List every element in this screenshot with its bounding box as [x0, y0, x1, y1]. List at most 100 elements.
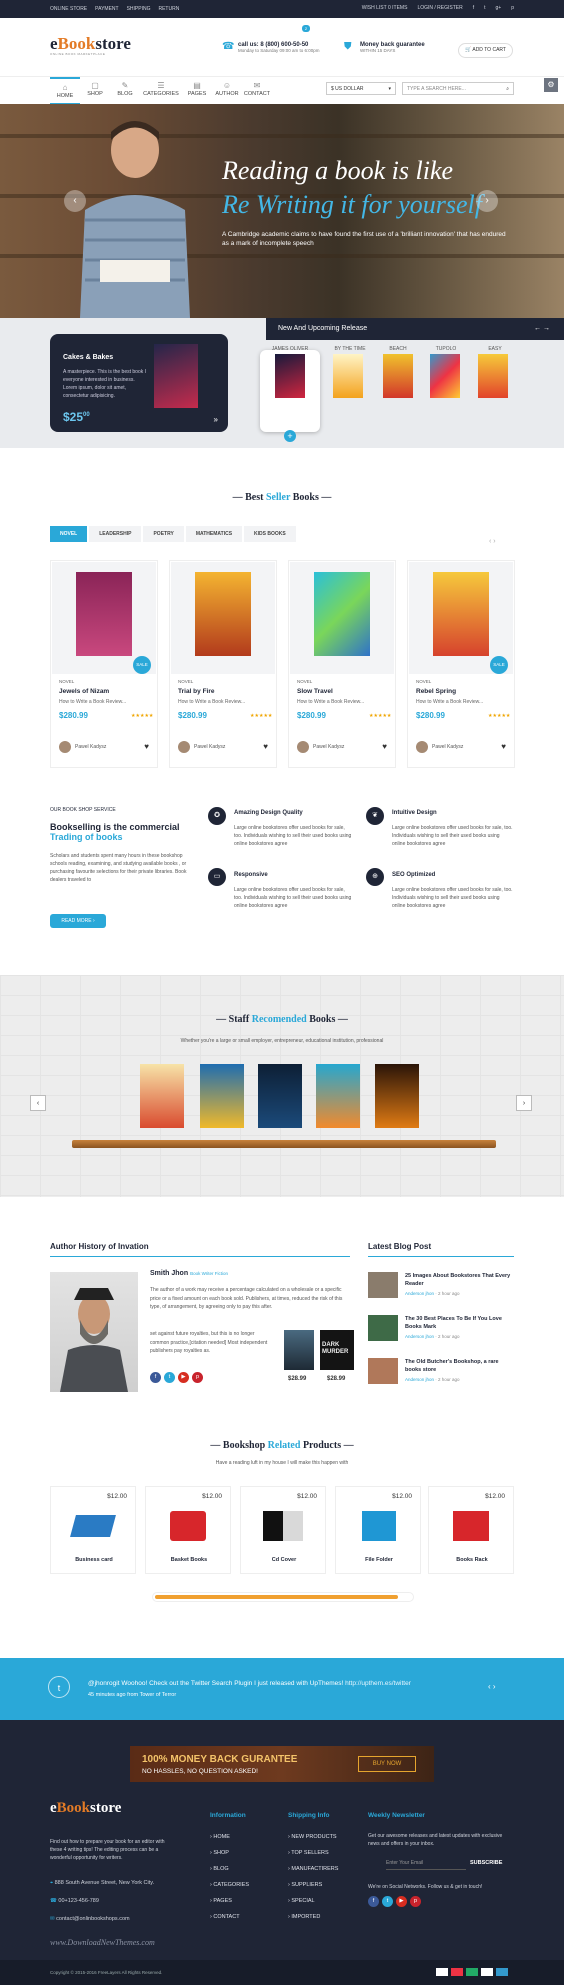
footer-link[interactable]: › IMPORTED — [288, 1914, 338, 1920]
facebook-icon[interactable]: f — [368, 1896, 379, 1907]
wishlist-link[interactable]: WISH LIST 0 ITEMS — [362, 5, 408, 11]
related-product[interactable]: $12.00 Books Rack — [428, 1486, 514, 1574]
blog-post-title[interactable]: The Old Butcher's Bookshop, a rare books… — [405, 1358, 515, 1374]
plus-icon[interactable]: + — [284, 430, 296, 442]
top-link[interactable]: PAYMENT — [95, 6, 118, 12]
shelf-book[interactable] — [258, 1064, 302, 1128]
footer-link[interactable]: › TOP SELLERS — [288, 1850, 338, 1856]
hero-next-arrow[interactable]: › — [476, 190, 498, 212]
arrows-icon[interactable]: ← → — [534, 325, 550, 332]
currency-select[interactable]: $ US DOLLAR ▾ — [326, 82, 396, 95]
login-link[interactable]: LOGIN / REGISTER — [417, 5, 462, 11]
hero-prev-arrow[interactable]: ‹ — [64, 190, 86, 212]
youtube-icon[interactable]: ▶ — [178, 1372, 189, 1383]
release-book-cover[interactable] — [333, 354, 363, 398]
heart-icon[interactable]: ♥ — [501, 742, 506, 751]
related-product[interactable]: $12.00 Business card — [50, 1486, 136, 1574]
logo[interactable]: eBookstore ONLINE BOOK MARKETPLACE — [50, 34, 131, 56]
buy-now-button[interactable]: BUY NOW — [358, 1756, 416, 1772]
search-input[interactable]: TYPE A SEARCH HERE... ⌕ — [402, 82, 514, 95]
tab-kids-books[interactable]: KIDS BOOKS — [244, 526, 296, 542]
facebook-icon[interactable]: f — [473, 5, 474, 11]
footer-email[interactable]: ✉ contact@onlinbookshops.com — [50, 1916, 130, 1922]
footer-link[interactable]: › SHOP — [210, 1850, 249, 1856]
shelf-book[interactable] — [375, 1064, 419, 1128]
footer-link[interactable]: › SUPPLIERS — [288, 1882, 338, 1888]
twitter-icon[interactable]: t — [164, 1372, 175, 1383]
blog-thumb[interactable] — [368, 1315, 398, 1341]
nav-contact[interactable]: ✉ CONTACT — [242, 77, 272, 105]
author-book-cover[interactable]: DARK MURDER — [320, 1330, 354, 1370]
featured-book-card[interactable]: Cakes & Bakes A masterpiece. This is the… — [50, 334, 228, 432]
tab-leadership[interactable]: LEADERSHIP — [89, 526, 142, 542]
related-product[interactable]: $12.00 Cd Cover — [240, 1486, 326, 1574]
release-book-cover[interactable] — [275, 354, 305, 398]
footer-link[interactable]: › BLOG — [210, 1866, 249, 1872]
related-product[interactable]: $12.00 Basket Books — [145, 1486, 231, 1574]
footer-link[interactable]: › CONTACT — [210, 1914, 249, 1920]
visa-icon — [436, 1968, 448, 1976]
author-info: Pawel Kadysz — [416, 741, 463, 753]
staff-prev-arrow[interactable]: ‹ — [30, 1095, 46, 1111]
shelf-book[interactable] — [316, 1064, 360, 1128]
blog-post-title[interactable]: The 30 Best Places To Be If You Love Boo… — [405, 1315, 515, 1331]
pinterest-icon[interactable]: p — [410, 1896, 421, 1907]
product-card[interactable]: NOVEL Slow Travel How to Write a Book Re… — [288, 560, 396, 768]
blog-thumb[interactable] — [368, 1272, 398, 1298]
youtube-icon[interactable]: ▶ — [396, 1896, 407, 1907]
footer-link[interactable]: › NEW PRODUCTS — [288, 1834, 338, 1840]
product-card[interactable]: NOVEL Trial by Fire How to Write a Book … — [169, 560, 277, 768]
blog-thumb[interactable] — [368, 1358, 398, 1384]
tab-novel[interactable]: NOVEL — [50, 526, 88, 542]
release-book-cover[interactable] — [430, 354, 460, 398]
heart-icon[interactable]: ♥ — [144, 742, 149, 751]
staff-next-arrow[interactable]: › — [516, 1095, 532, 1111]
author-book-cover[interactable] — [284, 1330, 314, 1370]
heart-icon[interactable]: ♥ — [263, 742, 268, 751]
nav-pages[interactable]: ▤ PAGES — [182, 77, 212, 105]
mastercard-icon — [451, 1968, 463, 1976]
twitter-icon[interactable]: t — [382, 1896, 393, 1907]
top-link[interactable]: SHIPPING — [127, 6, 151, 12]
footer-link[interactable]: › CATEGORIES — [210, 1882, 249, 1888]
nav-blog[interactable]: ✎ BLOG — [110, 77, 140, 105]
tab-poetry[interactable]: POETRY — [143, 526, 184, 542]
nav-author[interactable]: ☺ AUTHOR — [212, 77, 242, 105]
footer-link[interactable]: › PAGES — [210, 1898, 249, 1904]
newsletter-email-input[interactable]: Enter Your Email — [386, 1856, 466, 1870]
add-to-cart-button[interactable]: 🛒 ADD TO CART — [458, 43, 513, 58]
shelf-book[interactable] — [140, 1064, 184, 1128]
footer-link[interactable]: › SPECIAL — [288, 1898, 338, 1904]
footer-logo[interactable]: eBookstore — [50, 1800, 121, 1817]
double-chevron-icon[interactable]: » — [214, 415, 218, 424]
heart-icon[interactable]: ♥ — [382, 742, 387, 751]
product-card[interactable]: SALE NOVEL Jewels of Nizam How to Write … — [50, 560, 158, 768]
pinterest-icon[interactable]: p — [511, 5, 514, 11]
read-more-button[interactable]: READ MORE › — [50, 914, 106, 928]
release-book-cover[interactable] — [478, 354, 508, 398]
related-product[interactable]: $12.00 File Folder — [335, 1486, 421, 1574]
tweet-arrows[interactable]: ‹ › — [488, 1682, 496, 1691]
newsletter-text: Get our awesome releases and latest upda… — [368, 1833, 503, 1847]
facebook-icon[interactable]: f — [150, 1372, 161, 1383]
footer-link[interactable]: › HOME — [210, 1834, 249, 1840]
footer-social: f t ▶ p — [368, 1896, 424, 1907]
top-link[interactable]: RETURN — [158, 6, 179, 12]
top-link[interactable]: ONLINE STORE — [50, 6, 87, 12]
google-plus-icon[interactable]: g+ — [496, 5, 502, 11]
nav-categories[interactable]: ☰ CATEGORIES — [140, 77, 182, 105]
nav-home[interactable]: ⌂ HOME — [50, 77, 80, 105]
blog-post-title[interactable]: 25 Images About Bookstores That Every Re… — [405, 1272, 515, 1288]
carousel-arrows[interactable]: ‹ › — [489, 538, 496, 545]
pinterest-icon[interactable]: p — [192, 1372, 203, 1383]
subscribe-button[interactable]: SUBSCRIBE — [470, 1856, 514, 1870]
tab-mathematics[interactable]: MATHEMATICS — [185, 526, 243, 542]
gear-icon[interactable]: ⚙ — [544, 78, 558, 92]
twitter-icon[interactable]: t — [484, 5, 485, 11]
release-book-cover[interactable] — [383, 354, 413, 398]
product-card[interactable]: SALE NOVEL Rebel Spring How to Write a B… — [407, 560, 515, 768]
shelf-book[interactable] — [200, 1064, 244, 1128]
nav-shop[interactable]: ▢ SHOP — [80, 77, 110, 105]
footer-link[interactable]: › MANUFACTIRERS — [288, 1866, 338, 1872]
related-scrollbar[interactable] — [152, 1592, 414, 1602]
